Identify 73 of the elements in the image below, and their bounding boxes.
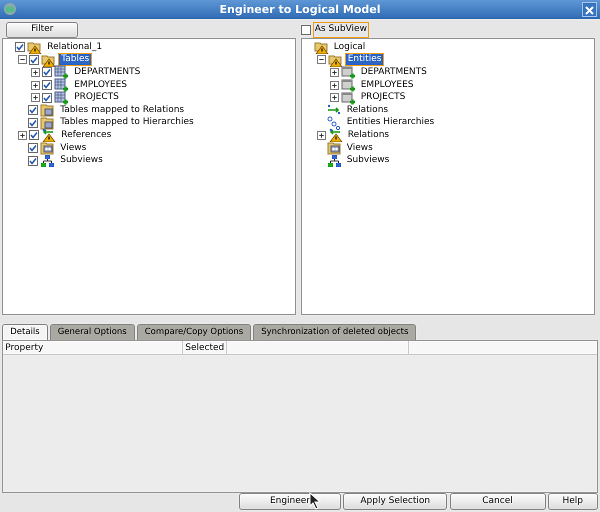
folder-icon [40, 116, 56, 130]
checkbox[interactable] [28, 118, 38, 128]
expand-icon[interactable] [330, 93, 339, 102]
collapse-icon[interactable] [18, 55, 28, 64]
filter-button[interactable]: Filter [6, 22, 78, 38]
column-header: Property [3, 340, 184, 354]
checkbox[interactable] [29, 130, 40, 140]
tree-item[interactable]: EMPLOYEES [358, 80, 416, 91]
expand-icon[interactable] [316, 130, 326, 140]
dialog-button[interactable]: Help [548, 492, 598, 510]
tab[interactable]: Compare/Copy Options [136, 324, 252, 340]
expand-icon[interactable] [330, 80, 339, 90]
folder-warning-icon [328, 52, 343, 67]
tree-item[interactable]: EMPLOYEES [72, 80, 129, 91]
views-icon [40, 141, 56, 156]
checkbox[interactable] [29, 54, 40, 65]
expand-icon[interactable] [31, 68, 40, 77]
hierarchy-icon [326, 116, 342, 130]
tree-item[interactable]: PROJECTS [358, 92, 408, 104]
tree-item[interactable]: Relations [344, 104, 390, 116]
subviews-icon [326, 154, 342, 168]
tree-item[interactable]: DEPARTMENTS [72, 66, 142, 78]
checkbox[interactable] [42, 80, 52, 90]
expand-icon[interactable] [31, 80, 40, 90]
table-icon [54, 90, 70, 105]
column-header: Selected [183, 340, 228, 354]
checkbox[interactable] [28, 105, 38, 116]
checkbox[interactable] [28, 143, 38, 154]
app-icon [3, 2, 17, 16]
tab[interactable]: Details [2, 324, 48, 340]
window-title: Engineer to Logical Model [219, 2, 380, 18]
tree-item[interactable]: Tables mapped to Relations [58, 104, 186, 116]
checkbox[interactable] [300, 25, 311, 35]
subviews-icon [40, 154, 56, 168]
tree-item[interactable]: Logical [332, 42, 368, 53]
checkbox[interactable] [15, 42, 26, 52]
folder-warning-icon [27, 40, 42, 54]
expand-icon[interactable] [31, 93, 40, 102]
close-icon [583, 4, 596, 18]
tree-item[interactable]: Entities [346, 54, 384, 66]
collapse-icon[interactable] [316, 55, 326, 64]
tree-item[interactable]: Tables [59, 54, 92, 66]
cursor-icon [309, 492, 323, 510]
checkbox[interactable] [42, 92, 52, 103]
tree-item[interactable]: Subviews [344, 155, 392, 166]
tree-item[interactable]: Entities Hierarchies [344, 117, 436, 128]
tree-item[interactable]: References [59, 130, 114, 141]
tree-item[interactable]: DEPARTMENTS [358, 66, 429, 78]
tree-item[interactable]: Relational_1 [45, 42, 104, 53]
entity-icon [340, 78, 356, 92]
checkbox[interactable] [28, 156, 38, 166]
reference-warning-icon [328, 128, 343, 142]
tree-item[interactable]: PROJECTS [72, 92, 121, 104]
tab[interactable]: General Options [50, 324, 135, 340]
close-button[interactable] [582, 2, 597, 17]
checkbox[interactable] [42, 67, 52, 78]
tree-item[interactable]: Relations [346, 130, 392, 141]
folder-warning-icon [314, 40, 329, 54]
tree-item[interactable]: Views [344, 142, 375, 154]
folder-warning-icon [41, 52, 56, 67]
views-icon [326, 141, 342, 156]
dialog-button[interactable]: Apply Selection [343, 492, 448, 510]
tab[interactable]: Synchronization of deleted objects [253, 324, 416, 340]
entity-icon [340, 90, 356, 105]
reference-warning-icon [41, 128, 56, 142]
dialog-button[interactable]: Cancel [450, 492, 546, 510]
folder-icon [40, 103, 56, 118]
tree-item[interactable]: Views [58, 142, 88, 154]
expand-icon[interactable] [330, 68, 339, 77]
tree-item[interactable]: Tables mapped to Hierarchies [58, 117, 196, 128]
tree-item[interactable]: Subviews [58, 155, 105, 166]
checkbox-label: As SubView [312, 22, 369, 38]
expand-icon[interactable] [18, 130, 28, 140]
